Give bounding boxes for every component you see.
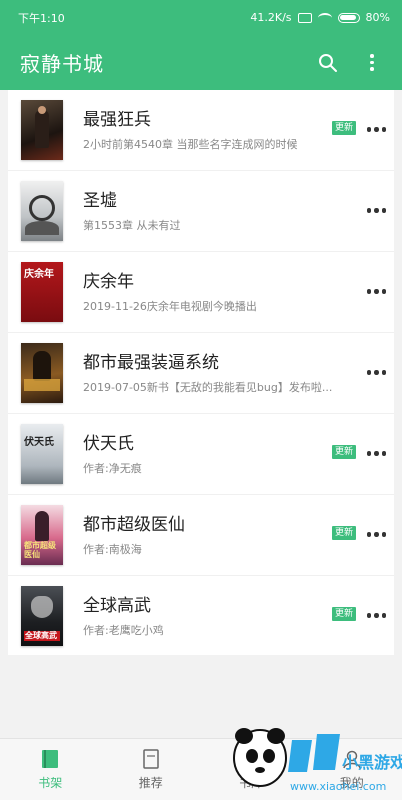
book-cover [21,343,63,403]
book-cover: 庆余年 [21,262,63,322]
app-title: 寂静书城 [20,52,104,76]
tab-label: 书架 [38,775,63,790]
more-menu-icon[interactable] [362,54,382,71]
book-title: 都市最强装逼系统 [83,353,219,373]
app-bar: 寂静书城 [0,35,402,90]
wifi-icon [317,12,332,23]
book-author: 作者:老鹰吃小鸡 [83,624,164,637]
more-options-icon[interactable] [366,289,386,294]
book-item[interactable]: 全球高武 全球高武 作者:老鹰吃小鸡 更新 [8,576,394,655]
bookshelf-list: 最强狂兵 2小时前第4540章 当那些名字连成网的时候 更新 圣墟 第1553章… [8,90,394,655]
cover-title: 都市超级医仙 [24,540,56,560]
status-icons: 41.2K/s 80% [250,11,390,24]
book-item[interactable]: 庆余年 庆余年 2019-11-26庆余年电视剧今晚播出 [8,252,394,333]
more-options-icon[interactable] [366,532,386,537]
update-badge: 更新 [331,121,356,135]
watermark-text: 小黑游戏 [342,753,402,772]
status-time: 下午1:10 [18,11,65,25]
book-item[interactable]: 最强狂兵 2小时前第4540章 当那些名字连成网的时候 更新 [8,90,394,171]
battery-icon [337,12,360,23]
book-title: 圣墟 [83,191,117,211]
book-cover: 全球高武 [21,586,63,646]
more-options-icon[interactable] [366,613,386,618]
book-cover: 都市超级医仙 [21,505,63,565]
tab-bookshelf[interactable]: 书架 [0,739,101,800]
book-cover [21,181,63,241]
book-item[interactable]: 圣墟 第1553章 从未有过 [8,171,394,252]
watermark-logo: 小黑游戏 www.xiaohei.com [233,728,402,793]
update-badge: 更新 [331,526,356,540]
search-icon[interactable] [318,53,338,73]
book-cover [21,100,63,160]
watermark-url: www.xiaohei.com [290,780,386,793]
status-bar: 下午1:10 41.2K/s 80% [0,0,402,35]
book-item[interactable]: 都市超级医仙 都市超级医仙 作者:南极海 更新 [8,495,394,576]
book-author: 作者:南极海 [83,543,142,556]
battery-level: 80% [365,11,390,24]
book-latest-chapter: 2019-11-26庆余年电视剧今晚播出 [83,300,257,313]
book-cover: 伏天氏 [21,424,63,484]
book-author: 作者:净无痕 [83,462,142,475]
book-item[interactable]: 都市最强装逼系统 2019-07-05新书【无敌的我能看见bug】发布啦... [8,333,394,414]
more-options-icon[interactable] [366,127,386,132]
cover-title: 伏天氏 [24,437,54,448]
more-options-icon[interactable] [366,208,386,213]
book-title: 庆余年 [83,272,134,292]
book-latest-chapter: 2小时前第4540章 当那些名字连成网的时候 [83,138,298,151]
cover-title: 全球高武 [24,631,60,641]
sim-icon [297,12,312,23]
book-latest-chapter: 2019-07-05新书【无敌的我能看见bug】发布啦... [83,381,333,394]
tab-recommend[interactable]: 推荐 [101,739,202,800]
book-open-icon [143,748,159,769]
book-item[interactable]: 伏天氏 伏天氏 作者:净无痕 更新 [8,414,394,495]
book-latest-chapter: 第1553章 从未有过 [83,219,181,232]
tab-label: 推荐 [138,775,163,790]
more-options-icon[interactable] [366,451,386,456]
more-options-icon[interactable] [366,370,386,375]
update-badge: 更新 [331,445,356,459]
cover-title: 庆余年 [24,269,54,280]
bookshelf-icon [42,749,59,768]
network-speed: 41.2K/s [250,11,292,24]
update-badge: 更新 [331,607,356,621]
